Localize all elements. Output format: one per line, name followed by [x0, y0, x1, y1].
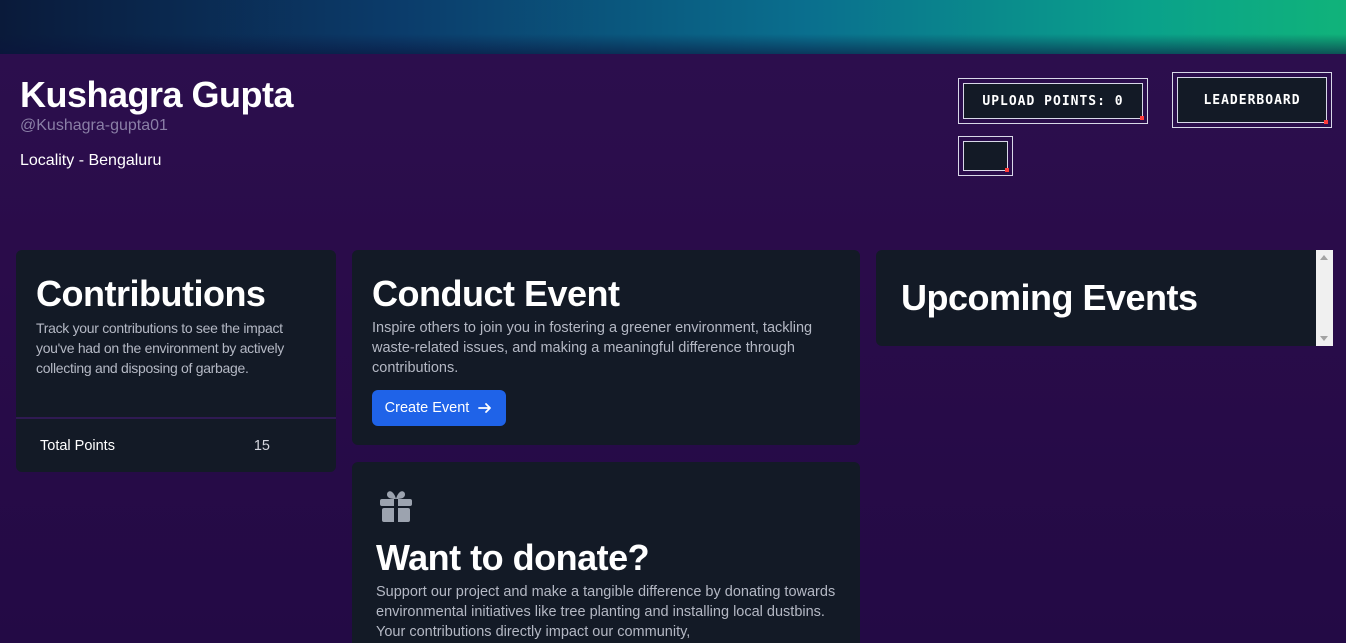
profile-name: Kushagra Gupta — [20, 74, 294, 115]
contributions-description: Track your contributions to see the impa… — [36, 320, 284, 376]
corner-dot — [1005, 168, 1009, 172]
total-points-row: Total Points 15 — [40, 438, 270, 454]
contributions-title: Contributions — [36, 273, 266, 314]
upload-points-label: UPLOAD POINTS: 0 — [963, 83, 1143, 119]
upcoming-events-card: Upcoming Events — [876, 250, 1333, 346]
donate-card: Want to donate? Support our project and … — [352, 462, 860, 643]
conduct-event-card: Conduct Event Inspire others to join you… — [352, 250, 860, 445]
divider — [16, 417, 336, 419]
gift-icon — [380, 491, 412, 522]
profile-handle: @Kushagra-gupta01 — [20, 117, 168, 134]
small-action-label — [963, 141, 1008, 171]
profile-header: Kushagra Gupta @Kushagra-gupta01 Localit… — [20, 74, 294, 170]
total-points-value: 15 — [253, 438, 270, 454]
arrow-right-icon — [478, 403, 492, 413]
small-action-button[interactable] — [958, 136, 1013, 176]
contributions-card: Contributions Track your contributions t… — [16, 250, 336, 472]
total-points-label: Total Points — [40, 438, 115, 454]
top-banner — [0, 0, 1346, 54]
scrollbar[interactable] — [1316, 250, 1333, 346]
create-event-button[interactable]: Create Event — [372, 390, 506, 426]
upcoming-events-title: Upcoming Events — [901, 277, 1198, 318]
leaderboard-button[interactable]: LEADERBOARD — [1172, 72, 1332, 128]
leaderboard-label: LEADERBOARD — [1177, 77, 1327, 123]
upload-points-button[interactable]: UPLOAD POINTS: 0 — [958, 78, 1148, 124]
corner-dot — [1324, 120, 1328, 124]
scroll-up-icon[interactable] — [1320, 255, 1328, 260]
donate-description: Support our project and make a tangible … — [376, 584, 836, 640]
create-event-label: Create Event — [384, 400, 470, 416]
scroll-down-icon[interactable] — [1320, 336, 1328, 341]
conduct-event-title: Conduct Event — [372, 273, 620, 314]
conduct-event-description: Inspire others to join you in fostering … — [372, 320, 813, 376]
donate-title: Want to donate? — [376, 537, 650, 578]
profile-locality: Locality - Bengaluru — [20, 152, 162, 169]
corner-dot — [1140, 116, 1144, 120]
